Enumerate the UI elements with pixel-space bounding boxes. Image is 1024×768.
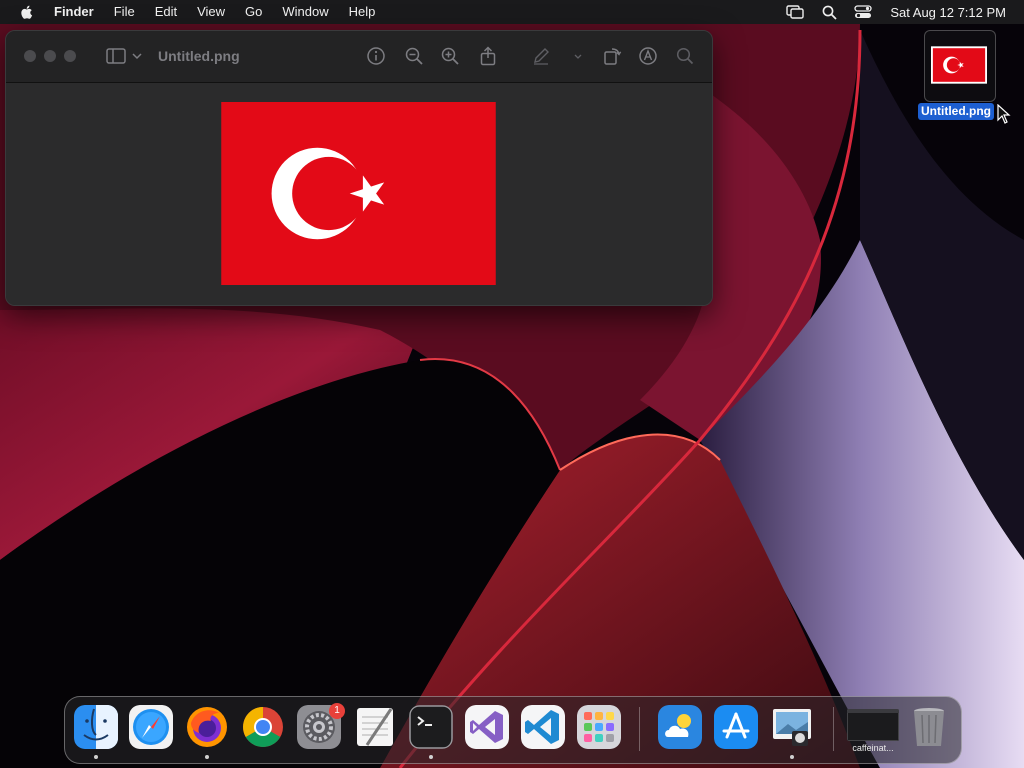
menu-app-name[interactable]: Finder	[52, 0, 104, 24]
visual-studio-app-icon[interactable]	[465, 705, 509, 749]
status-area: Sat Aug 12 7:12 PM	[778, 0, 1024, 24]
chrome-app-icon[interactable]	[241, 705, 285, 749]
menu-window[interactable]: Window	[272, 0, 338, 24]
markup-icon[interactable]	[638, 46, 658, 66]
markup-pen-icon[interactable]	[531, 46, 551, 66]
app-store-app-icon[interactable]	[714, 705, 758, 749]
weather-app-icon[interactable]	[658, 705, 702, 749]
desktop-file-label[interactable]: Untitled.png	[918, 103, 994, 120]
menu-view[interactable]: View	[187, 0, 235, 24]
sidebar-icon	[106, 48, 126, 64]
screen-mirroring-icon[interactable]	[786, 3, 805, 21]
turkish-flag-image	[221, 102, 496, 285]
running-indicator	[94, 755, 98, 759]
mouse-cursor-icon	[997, 104, 1011, 124]
running-indicator	[790, 755, 794, 759]
image-canvas	[6, 83, 712, 305]
minimize-button[interactable]	[44, 50, 56, 62]
sidebar-toggle-button[interactable]	[106, 46, 146, 66]
desktop-file-icon[interactable]: Untitled.png	[918, 30, 1002, 122]
preview-window: Untitled.png	[5, 30, 713, 306]
running-indicator	[429, 755, 433, 759]
minimized-window-label: caffeinat...	[852, 743, 894, 753]
menu-go[interactable]: Go	[235, 0, 272, 24]
running-indicator	[205, 755, 209, 759]
trash-icon[interactable]	[907, 705, 951, 749]
minimized-window-thumbnail[interactable]	[847, 709, 899, 741]
share-icon[interactable]	[478, 46, 498, 66]
file-thumbnail-frame	[924, 30, 996, 102]
close-button[interactable]	[24, 50, 36, 62]
launchpad-app-icon[interactable]	[577, 705, 621, 749]
chevron-down-icon	[132, 53, 142, 60]
search-icon[interactable]	[820, 3, 838, 21]
terminal-app-icon[interactable]	[409, 705, 453, 749]
zoom-out-icon[interactable]	[404, 46, 424, 66]
safari-app-icon[interactable]	[129, 705, 173, 749]
menu-edit[interactable]: Edit	[145, 0, 187, 24]
flag-thumbnail	[931, 46, 987, 84]
notification-badge: 1	[329, 703, 345, 719]
menubar-clock[interactable]: Sat Aug 12 7:12 PM	[890, 5, 1006, 20]
window-toolbar: Untitled.png	[6, 31, 712, 83]
dock: 1 caffeinat...	[64, 696, 962, 764]
dock-separator	[639, 707, 640, 751]
firefox-app-icon[interactable]	[185, 705, 229, 749]
textedit-app-icon[interactable]	[353, 705, 397, 749]
zoom-button[interactable]	[64, 50, 76, 62]
menu-help[interactable]: Help	[339, 0, 386, 24]
menu-bar: Finder File Edit View Go Window Help Sat…	[0, 0, 1024, 24]
menu-file[interactable]: File	[104, 0, 145, 24]
apple-logo-icon[interactable]	[18, 3, 36, 21]
rotate-icon[interactable]	[602, 46, 622, 66]
control-center-icon[interactable]	[854, 3, 873, 21]
search-icon[interactable]	[675, 46, 695, 66]
more-chevron-icon[interactable]	[568, 46, 588, 66]
vscode-app-icon[interactable]	[521, 705, 565, 749]
preview-app-icon[interactable]	[770, 705, 814, 749]
window-title: Untitled.png	[158, 48, 240, 64]
info-icon[interactable]	[366, 46, 386, 66]
dock-separator	[833, 707, 834, 751]
finder-app-icon[interactable]	[74, 705, 118, 749]
zoom-in-icon[interactable]	[440, 46, 460, 66]
